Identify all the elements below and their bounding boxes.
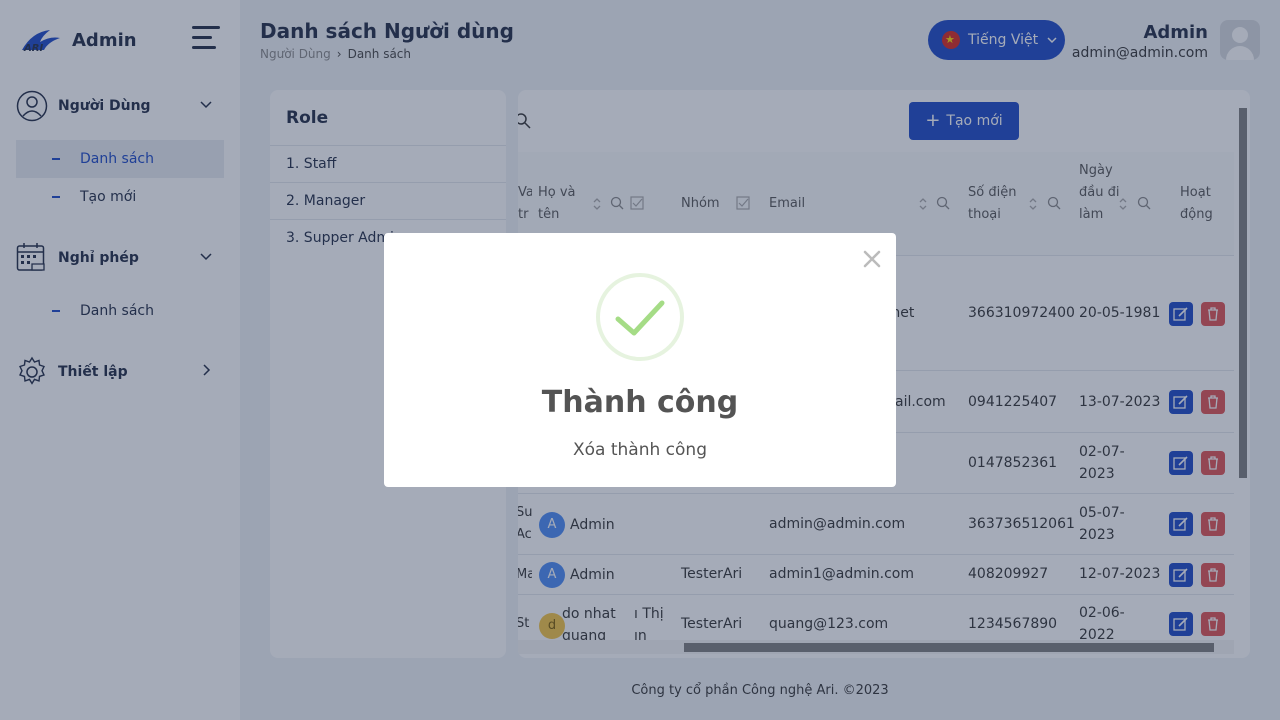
success-dialog: Thành công Xóa thành công bbox=[384, 233, 896, 487]
dialog-message: Xóa thành công bbox=[573, 440, 707, 460]
dialog-title: Thành công bbox=[541, 385, 739, 420]
close-icon[interactable] bbox=[860, 247, 884, 271]
success-check-icon bbox=[596, 273, 684, 361]
